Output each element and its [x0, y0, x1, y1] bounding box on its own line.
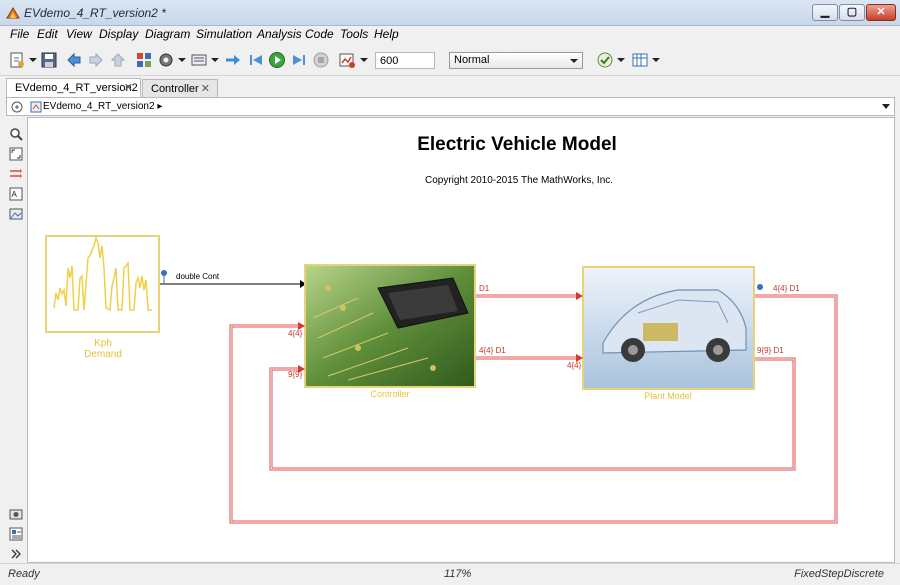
settings-dropdown-arrow[interactable] [178, 58, 186, 62]
step-forward-icon[interactable] [290, 51, 308, 69]
controller-port-label: 4{4} [288, 329, 303, 338]
breadcrumb-model[interactable]: EVdemo_4_RT_version2 [43, 101, 155, 112]
tab-controller[interactable]: Controller ✕ [142, 79, 218, 98]
chevron-down-icon [570, 59, 578, 63]
simulation-mode-select[interactable]: Normal [449, 52, 583, 69]
zoom-icon[interactable] [9, 127, 23, 141]
record-dropdown-arrow[interactable] [360, 58, 368, 62]
explorer-bar: EVdemo_4_RT_version2 ▸ [6, 97, 895, 116]
tab-label: Controller [151, 83, 199, 95]
solver-name[interactable]: FixedStepDiscrete [794, 568, 884, 580]
model-advisor-icon[interactable] [596, 51, 614, 69]
model-settings-icon[interactable] [157, 51, 175, 69]
fit-to-view-icon[interactable] [9, 147, 23, 161]
hide-explorer-icon[interactable] [11, 101, 23, 113]
tab-bar: EVdemo_4_RT_version2 ✕ Controller ✕ [0, 77, 900, 98]
annotation-icon[interactable]: A [9, 187, 23, 201]
demand-label-line2: Demand [84, 349, 122, 360]
minimize-button[interactable]: ▁ [812, 4, 838, 21]
signal-label: double Cont [176, 272, 220, 281]
model-canvas[interactable]: Electric Vehicle Model Copyright 2010-20… [27, 117, 895, 563]
plant-label: Plant Model [644, 391, 692, 401]
new-dropdown-arrow[interactable] [29, 58, 37, 62]
status-text: Ready [8, 568, 40, 580]
image-icon[interactable] [9, 207, 23, 221]
controller-label: Controller [370, 389, 409, 399]
stop-time-input[interactable] [375, 52, 435, 69]
screenshot-icon[interactable] [9, 507, 23, 521]
tab-evdemo[interactable]: EVdemo_4_RT_version2 ✕ [6, 78, 141, 97]
zoom-level: 117% [444, 568, 472, 580]
build-icon[interactable] [224, 51, 242, 69]
menu-simulation[interactable]: Simulation [196, 27, 252, 41]
left-palette: A [6, 117, 26, 563]
controller-block[interactable]: Controller 4{4} 9{9} [288, 264, 476, 399]
menu-view[interactable]: View [66, 27, 92, 41]
model-icon [30, 101, 42, 113]
maximize-icon: ▢ [846, 6, 858, 18]
data-inspector-icon[interactable] [631, 51, 649, 69]
diagram-title: Electric Vehicle Model [417, 134, 617, 155]
plant-port-label: 4{4} [567, 361, 582, 370]
close-button[interactable]: ✕ [866, 4, 896, 21]
menu-help[interactable]: Help [374, 27, 399, 41]
bus-label: 9{9} D1 [757, 346, 784, 355]
record-icon[interactable] [338, 51, 356, 69]
menu-code[interactable]: Code [305, 27, 334, 41]
logging-icon [161, 270, 167, 276]
simulink-app-icon [6, 7, 20, 19]
status-bar: Ready 117% FixedStepDiscrete [0, 563, 900, 585]
property-inspector-icon[interactable] [9, 527, 23, 541]
logging-icon [757, 284, 763, 290]
svg-text:A: A [12, 190, 18, 199]
run-icon[interactable] [268, 51, 286, 69]
demand-label-line1: Kph [94, 338, 112, 349]
advisor-dropdown-arrow[interactable] [617, 58, 625, 62]
tab-close-icon[interactable]: ✕ [201, 82, 210, 95]
menu-bar: File Edit View Display Diagram Simulatio… [0, 26, 900, 44]
forward-icon[interactable] [87, 51, 105, 69]
explorer-dropdown-icon[interactable] [882, 104, 890, 110]
plant-model-block[interactable]: Plant Model 4{4} [567, 266, 755, 401]
bus-label: 4{4} D1 [479, 346, 506, 355]
inspector-dropdown-arrow[interactable] [652, 58, 660, 62]
menu-tools[interactable]: Tools [340, 27, 368, 41]
explorer-dropdown-arrow[interactable] [211, 58, 219, 62]
menu-edit[interactable]: Edit [37, 27, 58, 41]
maximize-button[interactable]: ▢ [839, 4, 865, 21]
bus-label: 4{4} D1 [773, 284, 800, 293]
menu-diagram[interactable]: Diagram [145, 27, 190, 41]
up-icon[interactable] [109, 51, 127, 69]
tab-label: EVdemo_4_RT_version2 [15, 82, 138, 94]
diagram-copyright: Copyright 2010-2015 The MathWorks, Inc. [425, 175, 613, 186]
menu-display[interactable]: Display [99, 27, 138, 41]
simulation-mode-value: Normal [454, 54, 490, 66]
breadcrumb[interactable]: EVdemo_4_RT_version2 ▸ [43, 101, 162, 112]
window-title: EVdemo_4_RT_version2 * [24, 6, 166, 20]
route-lines-icon[interactable] [9, 167, 23, 181]
title-bar: EVdemo_4_RT_version2 * ▁ ▢ ✕ [0, 0, 900, 26]
stop-icon[interactable] [312, 51, 330, 69]
tab-close-icon[interactable]: ✕ [124, 81, 133, 94]
block-diagram: Electric Vehicle Model Copyright 2010-20… [45, 134, 838, 524]
bus-label: D1 [479, 284, 490, 293]
kph-demand-block[interactable]: Kph Demand [45, 235, 160, 360]
minimize-icon: ▁ [820, 6, 830, 18]
model-explorer-icon[interactable] [190, 51, 208, 69]
library-browser-icon[interactable] [135, 51, 153, 69]
close-icon: ✕ [876, 6, 886, 18]
expand-palette-icon[interactable] [9, 547, 23, 561]
menu-file[interactable]: File [10, 27, 29, 41]
new-model-icon[interactable] [8, 51, 26, 69]
demand-signal-line[interactable]: double Cont [160, 270, 306, 288]
menu-analysis[interactable]: Analysis [257, 27, 302, 41]
back-icon[interactable] [65, 51, 83, 69]
chevron-right-icon: ▸ [157, 101, 163, 112]
save-icon[interactable] [40, 51, 58, 69]
step-back-icon[interactable] [247, 51, 265, 69]
